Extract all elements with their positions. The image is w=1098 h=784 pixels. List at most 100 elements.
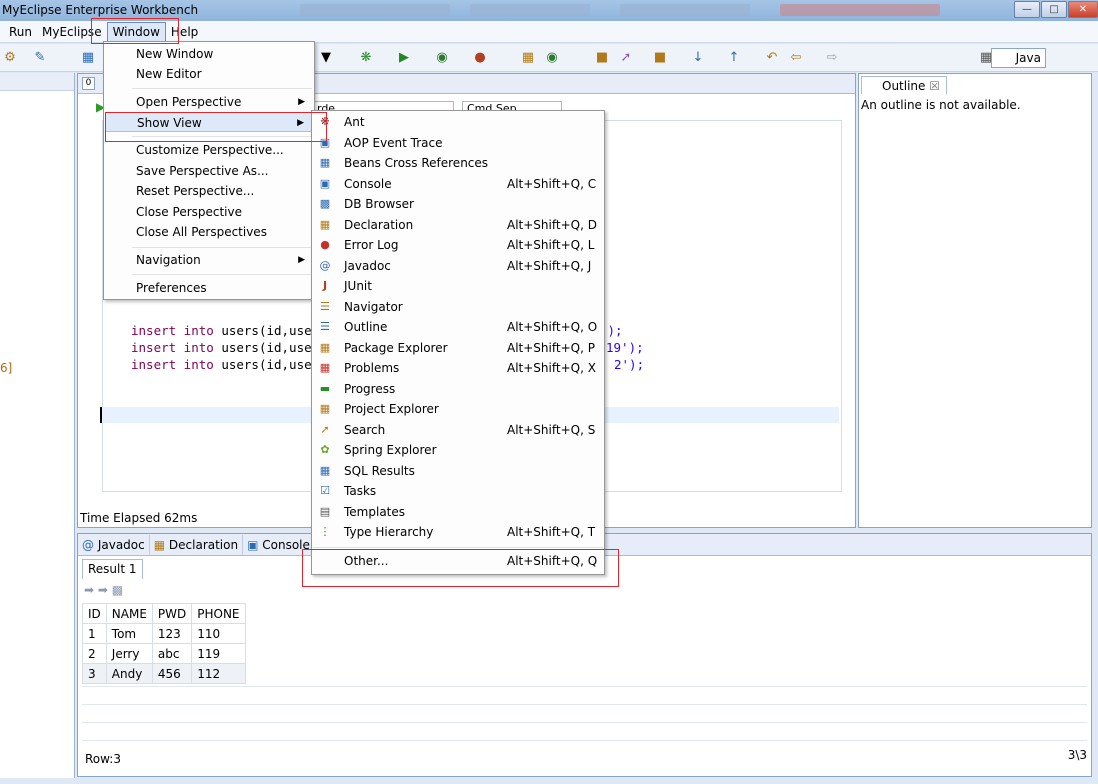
close-icon[interactable]: ☒	[929, 79, 940, 93]
view-item-sql-results[interactable]: ▦ SQL Results	[313, 461, 603, 481]
table-cell[interactable]: Tom	[105, 623, 153, 644]
menu-item-close-perspective[interactable]: Close Perspective	[105, 202, 313, 222]
view-item-other[interactable]: Other... Alt+Shift+Q, Q	[313, 551, 603, 571]
table-row[interactable]: 2 Jerry abc 119	[82, 643, 246, 664]
editor-tab-icon[interactable]: 0	[82, 77, 95, 90]
menu-item-close-all-perspectives[interactable]: Close All Perspectives	[105, 222, 313, 242]
view-item-db-browser[interactable]: ▩ DB Browser	[313, 194, 603, 214]
window-title: MyEclipse Enterprise Workbench	[2, 3, 199, 17]
view-item-type-hierarchy[interactable]: ⋮ Type Hierarchy Alt+Shift+Q, T	[313, 522, 603, 542]
view-item-navigator[interactable]: ☰ Navigator	[313, 297, 603, 317]
menu-myeclipse[interactable]: MyEclipse	[37, 23, 107, 41]
java-perspective-button[interactable]: Java	[990, 48, 1046, 68]
view-item-spring-explorer[interactable]: ✿ Spring Explorer	[313, 440, 603, 460]
view-item-javadoc[interactable]: @ Javadoc Alt+Shift+Q, J	[313, 256, 603, 276]
menu-item-new-editor[interactable]: New Editor	[105, 64, 313, 84]
toolbar-icon[interactable]: ↓	[690, 50, 706, 66]
view-item-project-explorer[interactable]: ▦ Project Explorer	[313, 399, 603, 419]
code-line-tail: 19');	[606, 340, 644, 355]
table-cell[interactable]: abc	[151, 643, 193, 664]
table-cell[interactable]: Jerry	[105, 643, 153, 664]
view-item-beans-cross-references[interactable]: ▦ Beans Cross References	[313, 153, 603, 173]
view-item-outline[interactable]: ☰ Outline Alt+Shift+Q, O	[313, 317, 603, 337]
tab-outline[interactable]: Outline ☒	[861, 76, 948, 94]
back-arrow-icon[interactable]: ⇦	[788, 50, 804, 66]
table-row[interactable]: 3 Andy 456 112	[82, 663, 246, 684]
toolbar-icon[interactable]: ➚	[618, 50, 634, 66]
back-icon[interactable]: ↶	[764, 50, 780, 66]
toolbar-icon[interactable]: ▦	[80, 50, 96, 66]
table-row[interactable]: 1 Tom 123 110	[82, 623, 246, 644]
debug-icon[interactable]: ❋	[358, 50, 374, 66]
column-header[interactable]: ID	[82, 603, 107, 624]
menu-item-save-perspective[interactable]: Save Perspective As...	[105, 161, 313, 181]
toolbar-icon[interactable]: ✎	[32, 50, 48, 66]
menu-help[interactable]: Help	[166, 23, 203, 41]
table-cell[interactable]: Andy	[105, 663, 153, 684]
table-cell[interactable]: 2	[82, 643, 107, 664]
menu-run[interactable]: Run	[4, 23, 37, 41]
results-toolbar-icons[interactable]: ➡ ➡ ▩	[84, 583, 123, 597]
toolbar-icon[interactable]: ●	[472, 50, 488, 66]
left-pane-partial-text: 6]	[0, 361, 13, 375]
view-item-problems[interactable]: ▦ Problems Alt+Shift+Q, X	[313, 358, 603, 378]
toolbar-icon[interactable]: ↑	[726, 50, 742, 66]
toolbar-icon[interactable]: ■	[594, 50, 610, 66]
menu-item-open-perspective[interactable]: Open Perspective ▶	[105, 92, 313, 112]
column-header[interactable]: NAME	[105, 603, 153, 624]
time-elapsed-label: Time Elapsed 62ms	[80, 511, 198, 525]
view-item-junit[interactable]: J JUnit	[313, 276, 603, 296]
view-item-templates[interactable]: ▤ Templates	[313, 502, 603, 522]
forward-arrow-icon[interactable]: ⇨	[824, 50, 840, 66]
toolbar-icon[interactable]: ◉	[544, 50, 560, 66]
toolbar-icon[interactable]: ▼	[318, 50, 334, 66]
table-cell[interactable]: 1	[82, 623, 107, 644]
table-cell[interactable]: 119	[191, 643, 246, 664]
menu-item-show-view[interactable]: Show View ▶	[105, 112, 313, 132]
toolbar-icon[interactable]: ■	[652, 50, 668, 66]
hierarchy-icon: ⋮	[319, 525, 331, 538]
aop-icon: ▣	[319, 136, 331, 149]
minimize-button[interactable]: —	[1014, 1, 1040, 18]
menu-separator	[132, 247, 312, 248]
templates-icon: ▤	[319, 505, 331, 518]
menu-item-navigation[interactable]: Navigation ▶	[105, 250, 313, 270]
run-icon[interactable]: ▶	[396, 50, 412, 66]
menu-item-new-window[interactable]: New Window	[105, 44, 313, 64]
table-cell[interactable]: 3	[82, 663, 107, 684]
window-controls: — □ ✕	[1013, 1, 1098, 19]
menu-item-preferences[interactable]: Preferences	[105, 278, 313, 298]
table-cell[interactable]: 123	[151, 623, 193, 644]
view-item-console[interactable]: ▣ Console Alt+Shift+Q, C	[313, 174, 603, 194]
menu-item-customize-perspective[interactable]: Customize Perspective...	[105, 140, 313, 160]
tab-console[interactable]: ▣ Console	[243, 534, 315, 555]
view-item-package-explorer[interactable]: ▦ Package Explorer Alt+Shift+Q, P	[313, 338, 603, 358]
menu-window[interactable]: Window	[106, 21, 166, 42]
toolbar-icon[interactable]: ◉	[434, 50, 450, 66]
view-item-error-log[interactable]: ● Error Log Alt+Shift+Q, L	[313, 235, 603, 255]
table-cell[interactable]: 110	[191, 623, 246, 644]
close-button[interactable]: ✕	[1068, 1, 1098, 18]
view-item-progress[interactable]: ▬ Progress	[313, 379, 603, 399]
view-item-search[interactable]: ➚ Search Alt+Shift+Q, S	[313, 420, 603, 440]
view-item-tasks[interactable]: ☑ Tasks	[313, 481, 603, 501]
tab-result-1[interactable]: Result 1	[82, 559, 143, 579]
ant-icon: ❋	[320, 115, 330, 128]
menu-item-reset-perspective[interactable]: Reset Perspective...	[105, 181, 313, 201]
table-cell[interactable]: 112	[191, 663, 246, 684]
maximize-button[interactable]: □	[1041, 1, 1067, 18]
problems-icon: ▦	[319, 361, 331, 374]
table-cell[interactable]: 456	[151, 663, 193, 684]
view-item-declaration[interactable]: ▦ Declaration Alt+Shift+Q, D	[313, 215, 603, 235]
view-item-aop-event-trace[interactable]: ▣ AOP Event Trace	[313, 133, 603, 153]
toolbar-icon[interactable]: ▦	[520, 50, 536, 66]
code-line-tail: 2');	[614, 357, 645, 372]
view-item-ant[interactable]: ❋ Ant	[313, 112, 603, 132]
toolbar-icon[interactable]: ⚙	[2, 50, 18, 66]
search-icon: ➚	[320, 423, 330, 436]
row-count-label: Row:3	[85, 752, 121, 766]
column-header[interactable]: PWD	[151, 603, 193, 624]
tab-javadoc[interactable]: @ Javadoc	[78, 534, 150, 555]
tab-declaration[interactable]: ▦ Declaration	[150, 534, 244, 555]
column-header[interactable]: PHONE	[191, 603, 246, 624]
